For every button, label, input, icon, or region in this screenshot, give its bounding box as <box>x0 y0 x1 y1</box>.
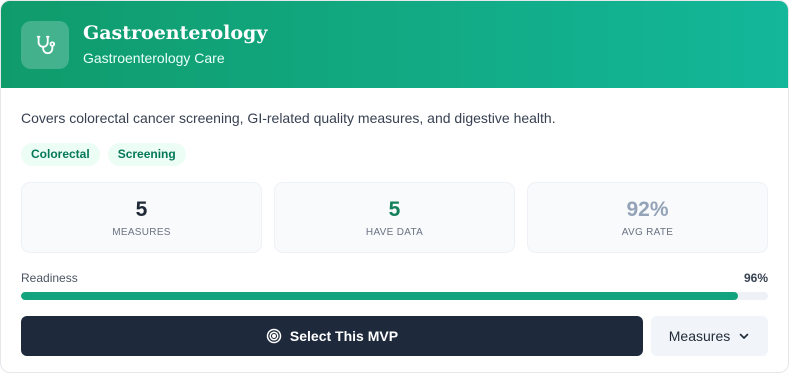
tag-list: Colorectal Screening <box>21 143 768 166</box>
chevron-down-icon <box>739 333 749 339</box>
description: Covers colorectal cancer screening, GI-r… <box>21 110 556 126</box>
tag-screening: Screening <box>107 143 186 166</box>
stat-label: MEASURES <box>112 227 171 238</box>
mvp-card: Gastroenterology Gastroenterology Care C… <box>0 0 789 373</box>
card-body: Covers colorectal cancer screening, GI-r… <box>1 88 788 356</box>
measures-label: Measures <box>668 328 731 344</box>
readiness-label: Readiness <box>21 271 78 285</box>
stat-value: 5 <box>135 198 148 221</box>
stat-avg-rate: 92% AVG RATE <box>527 182 768 253</box>
stat-label: AVG RATE <box>621 227 674 238</box>
card-title: Gastroenterology <box>83 22 268 44</box>
readiness-percent: 96% <box>743 271 768 285</box>
stat-have-data: 5 HAVE DATA <box>274 182 515 253</box>
readiness-bar-track <box>21 292 768 300</box>
tag-colorectal: Colorectal <box>21 143 100 166</box>
action-row: Select This MVP Measures <box>21 316 768 356</box>
target-icon <box>266 328 282 344</box>
stat-value: 92% <box>626 198 669 221</box>
card-header: Gastroenterology Gastroenterology Care <box>1 1 788 88</box>
select-mvp-label: Select This MVP <box>289 328 399 344</box>
select-mvp-button[interactable]: Select This MVP <box>21 316 643 356</box>
readiness-header: Readiness 96% <box>21 271 768 285</box>
stat-measures: 5 MEASURES <box>21 182 262 253</box>
card-subtitle: Gastroenterology Care <box>83 50 225 66</box>
stat-label: HAVE DATA <box>365 227 424 238</box>
specialty-icon-box <box>21 20 69 69</box>
stats-row: 5 MEASURES 5 HAVE DATA 92% AVG RATE <box>21 182 768 253</box>
stat-value: 5 <box>388 198 401 221</box>
readiness-bar-fill <box>21 292 739 300</box>
stethoscope-icon <box>36 35 56 54</box>
readiness-section: Readiness 96% <box>21 271 768 300</box>
measures-dropdown-button[interactable]: Measures <box>651 316 768 356</box>
header-text: Gastroenterology Gastroenterology Care <box>83 21 267 68</box>
